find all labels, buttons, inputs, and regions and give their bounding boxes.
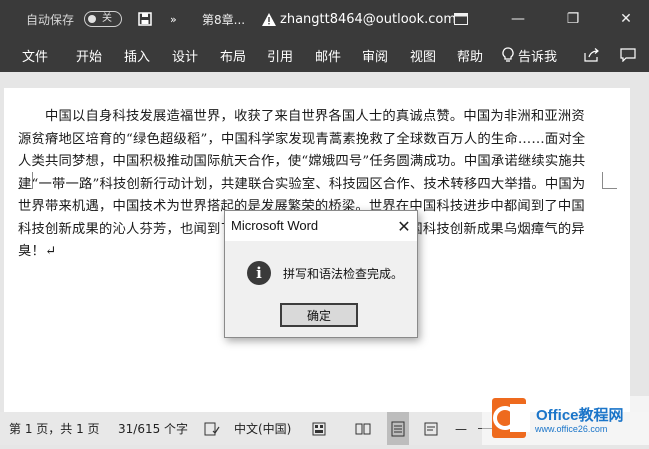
read-mode-icon[interactable] bbox=[352, 412, 374, 445]
ok-button[interactable]: 确定 bbox=[280, 303, 358, 327]
dialog-message: 拼写和语法检查完成。 bbox=[283, 267, 404, 281]
tab-layout[interactable]: 布局 bbox=[220, 38, 246, 72]
autosave-label: 自动保存 bbox=[26, 12, 75, 27]
tab-insert[interactable]: 插入 bbox=[124, 38, 150, 72]
margin-mark-right bbox=[602, 172, 617, 189]
watermark-brand: Office教程网 bbox=[536, 407, 624, 424]
toggle-knob bbox=[88, 15, 96, 23]
lightbulb-icon bbox=[502, 47, 514, 62]
page-count[interactable]: 第 1 页，共 1 页 bbox=[9, 412, 100, 445]
save-icon[interactable] bbox=[138, 0, 152, 38]
spelling-complete-dialog: Microsoft Word ✕ i 拼写和语法检查完成。 确定 bbox=[224, 210, 418, 338]
ribbon-display-icon[interactable] bbox=[441, 0, 481, 38]
macro-record-icon[interactable] bbox=[312, 412, 326, 445]
more-commands-icon[interactable]: » bbox=[170, 0, 177, 38]
restore-icon[interactable]: ❐ bbox=[553, 0, 593, 38]
autosave-state: 关 bbox=[102, 13, 112, 24]
tab-references[interactable]: 引用 bbox=[267, 38, 293, 72]
dialog-close-icon[interactable]: ✕ bbox=[393, 215, 415, 237]
warning-icon bbox=[262, 0, 276, 38]
tell-me-box[interactable]: 告诉我 bbox=[502, 38, 557, 72]
watermark-url: www.office26.com bbox=[535, 424, 608, 434]
language-indicator[interactable]: 中文(中国) bbox=[234, 412, 291, 445]
tab-review[interactable]: 审阅 bbox=[362, 38, 388, 72]
comments-icon[interactable] bbox=[620, 38, 636, 72]
web-layout-icon[interactable] bbox=[421, 412, 443, 445]
tab-design[interactable]: 设计 bbox=[172, 38, 198, 72]
minimize-icon[interactable]: — bbox=[498, 0, 538, 38]
document-title: 第8章... bbox=[202, 12, 246, 27]
tab-mailings[interactable]: 邮件 bbox=[315, 38, 341, 72]
ribbon-tabs: 文件 开始 插入 设计 布局 引用 邮件 审阅 视图 帮助 告诉我 bbox=[0, 38, 649, 72]
tab-view[interactable]: 视图 bbox=[410, 38, 436, 72]
print-layout-icon[interactable] bbox=[387, 412, 409, 445]
tab-help[interactable]: 帮助 bbox=[457, 38, 483, 72]
share-icon[interactable] bbox=[584, 38, 600, 72]
zoom-out-button[interactable]: — bbox=[455, 412, 467, 445]
dialog-titlebar: Microsoft Word ✕ bbox=[225, 211, 417, 241]
close-window-icon[interactable]: ✕ bbox=[606, 0, 646, 38]
title-bar: 自动保存 关 » 第8章... zhangtt8464@outlook.com … bbox=[0, 0, 649, 38]
account-name[interactable]: zhangtt8464@outlook.com bbox=[280, 0, 456, 38]
autosave-toggle[interactable]: 关 bbox=[84, 11, 122, 27]
info-icon: i bbox=[247, 261, 271, 285]
tell-me-label: 告诉我 bbox=[518, 49, 558, 65]
dialog-title: Microsoft Word bbox=[231, 218, 319, 233]
proofing-icon[interactable] bbox=[204, 412, 220, 445]
word-count[interactable]: 31/615 个字 bbox=[118, 412, 188, 445]
tab-file[interactable]: 文件 bbox=[22, 38, 48, 72]
vertical-scrollbar[interactable] bbox=[633, 88, 649, 412]
tab-home[interactable]: 开始 bbox=[76, 38, 102, 72]
